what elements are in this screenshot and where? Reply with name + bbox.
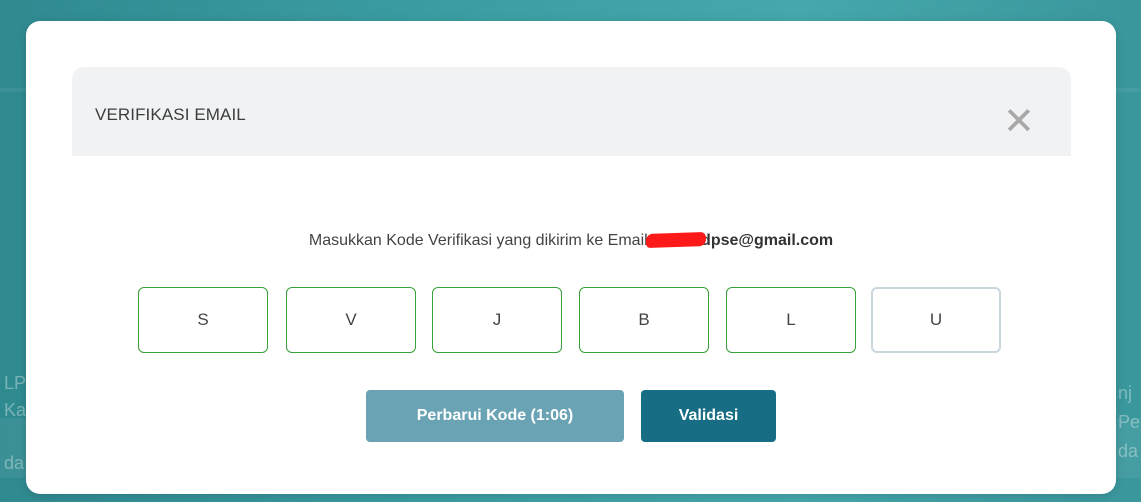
- code-digit-6-input[interactable]: U: [871, 287, 1001, 353]
- backdrop-text: da: [1118, 441, 1139, 461]
- backdrop-text: nj: [1118, 383, 1133, 403]
- code-digit-5-input[interactable]: L: [726, 287, 856, 353]
- validate-button[interactable]: Validasi: [641, 390, 776, 442]
- code-digit-1-input[interactable]: S: [138, 287, 268, 353]
- code-digit-4-input[interactable]: B: [579, 287, 709, 353]
- close-icon[interactable]: ✕: [1003, 103, 1035, 141]
- modal-header: VERIFIKASI EMAIL ✕: [72, 67, 1071, 156]
- redaction-mark: [645, 231, 707, 249]
- refresh-code-button[interactable]: Perbarui Kode (1:06): [366, 390, 624, 442]
- backdrop-text: Ka: [4, 400, 27, 420]
- backdrop-text: LP: [4, 373, 27, 393]
- code-digit-2-input[interactable]: V: [286, 287, 416, 353]
- email-visible-part: dpse@gmail.com: [701, 232, 834, 249]
- verification-modal: VERIFIKASI EMAIL ✕ Masukkan Kode Verifik…: [26, 21, 1116, 494]
- backdrop-text: da: [4, 453, 25, 473]
- instruction-text: Masukkan Kode Verifikasi yang dikirim ke…: [26, 231, 1116, 250]
- modal-title: VERIFIKASI EMAIL: [95, 105, 246, 124]
- backdrop-text: Pe: [1118, 412, 1141, 432]
- email-address: dpse@gmail.com: [645, 231, 834, 250]
- instruction-label: Masukkan Kode Verifikasi yang dikirim ke…: [308, 232, 648, 249]
- code-digit-3-input[interactable]: J: [432, 287, 562, 353]
